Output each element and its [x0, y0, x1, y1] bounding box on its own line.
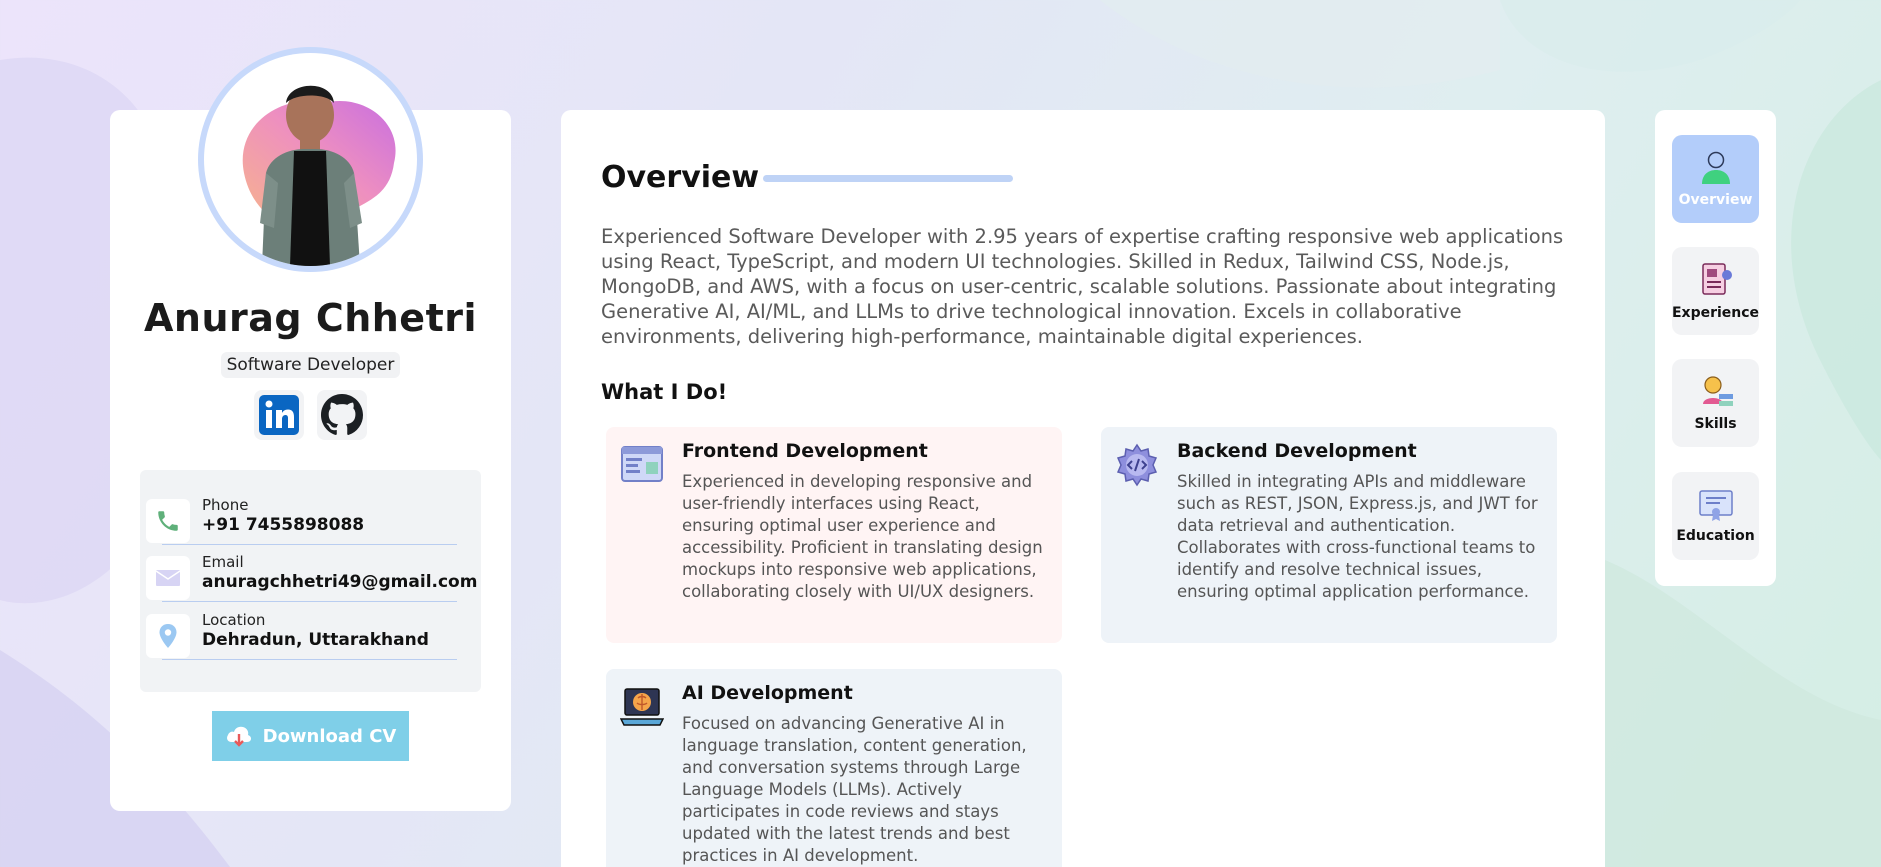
- service-title: AI Development: [682, 682, 853, 704]
- nav-item-skills[interactable]: Skills: [1672, 359, 1759, 447]
- nav-item-label: Education: [1676, 528, 1755, 544]
- phone-icon: [146, 499, 190, 543]
- contact-label: Location: [202, 611, 266, 629]
- cloud-download-icon: [226, 726, 251, 747]
- contact-location: Location Dehradun, Uttarakhand: [146, 609, 466, 665]
- skills-icon: [1702, 376, 1733, 406]
- contact-email: Email anuragchhetri49@gmail.com: [146, 551, 477, 607]
- github-button[interactable]: [317, 390, 367, 440]
- github-icon: [321, 394, 363, 435]
- phone-value[interactable]: +91 7455898088: [202, 515, 364, 535]
- contact-phone: Phone +91 7455898088: [146, 494, 466, 550]
- certificate-icon: [1698, 490, 1733, 521]
- person-icon: [1701, 151, 1730, 184]
- location-pin-icon: [146, 614, 190, 658]
- mail-icon: [146, 556, 190, 600]
- browser-window-icon: [621, 446, 663, 482]
- service-card-backend: Backend Development Skilled in integrati…: [1101, 427, 1557, 643]
- resume-icon: [1701, 263, 1732, 295]
- page-title: Overview: [601, 160, 760, 195]
- download-cv-button[interactable]: Download CV: [212, 711, 409, 761]
- service-title: Frontend Development: [682, 440, 928, 462]
- service-description: Focused on advancing Generative AI in la…: [682, 714, 1027, 865]
- profile-name: Anurag Chhetri: [143, 296, 478, 340]
- section-heading: What I Do!: [601, 380, 728, 404]
- laptop-brain-icon: [620, 688, 664, 726]
- code-gear-icon: [1116, 443, 1158, 487]
- service-title: Backend Development: [1177, 440, 1417, 462]
- nav-item-overview[interactable]: Overview: [1672, 135, 1759, 223]
- contact-label: Email: [202, 553, 244, 571]
- service-description: Experienced in developing responsive and…: [682, 472, 1043, 601]
- nav-item-experience[interactable]: Experience: [1672, 247, 1759, 335]
- nav-item-label: Skills: [1694, 416, 1737, 432]
- profile-role-badge: Software Developer: [220, 352, 401, 378]
- overview-paragraph: Experienced Software Developer with 2.95…: [601, 225, 1564, 348]
- email-value[interactable]: anuragchhetri49@gmail.com: [202, 572, 477, 592]
- title-underline-bar: [763, 175, 1013, 182]
- nav-item-label: Experience: [1671, 305, 1760, 321]
- avatar: [198, 47, 423, 272]
- nav-item-education[interactable]: Education: [1672, 472, 1759, 560]
- service-card-frontend: Frontend Development Experienced in deve…: [606, 427, 1062, 643]
- download-cv-label: Download CV: [262, 725, 397, 747]
- linkedin-button[interactable]: [254, 390, 304, 440]
- linkedin-icon: [259, 395, 299, 435]
- location-value: Dehradun, Uttarakhand: [202, 630, 429, 650]
- nav-item-label: Overview: [1678, 192, 1753, 208]
- service-card-ai: AI Development Focused on advancing Gene…: [606, 669, 1062, 867]
- contact-info-panel: Phone +91 7455898088 Email anuragchhetri…: [140, 470, 481, 692]
- service-description: Skilled in integrating APIs and middlewa…: [1177, 472, 1538, 601]
- contact-label: Phone: [202, 496, 249, 514]
